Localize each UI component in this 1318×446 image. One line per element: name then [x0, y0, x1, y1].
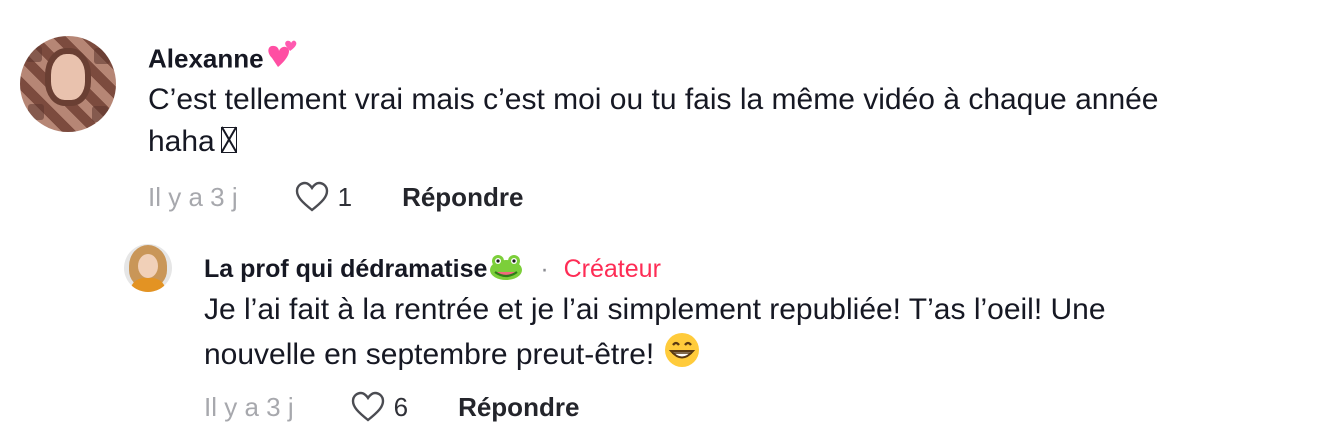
username[interactable]: Alexanne	[148, 40, 298, 81]
comment-text: Je l’ai fait à la rentrée et je l’ai sim…	[204, 289, 1284, 381]
reply-button[interactable]: Répondre	[402, 182, 523, 213]
missing-glyph-icon	[220, 127, 237, 153]
comment-actions: Il y a 3 j 6 Répondre	[204, 388, 579, 426]
heart-icon[interactable]	[294, 181, 330, 213]
two-hearts-icon	[264, 40, 298, 81]
comment-actions: Il y a 3 j 1 Répondre	[148, 178, 523, 216]
avatar[interactable]	[124, 244, 172, 292]
timestamp: Il y a 3 j	[148, 181, 238, 212]
grinning-face-icon	[663, 331, 701, 381]
like-count: 6	[393, 391, 409, 422]
avatar[interactable]	[20, 36, 116, 132]
creator-badge: Créateur	[563, 255, 661, 284]
reply-button[interactable]: Répondre	[458, 392, 579, 423]
comment-text: C’est tellement vrai mais c’est moi ou t…	[148, 83, 1159, 158]
heart-icon[interactable]	[350, 391, 386, 423]
separator-dot: ·	[540, 255, 549, 284]
frog-icon	[487, 252, 525, 289]
username[interactable]: La prof qui dédramatise · Créateur	[204, 252, 661, 289]
timestamp: Il y a 3 j	[204, 391, 294, 422]
like-button[interactable]: 6	[350, 391, 408, 423]
like-count: 1	[337, 181, 353, 212]
like-button[interactable]: 1	[294, 181, 352, 213]
